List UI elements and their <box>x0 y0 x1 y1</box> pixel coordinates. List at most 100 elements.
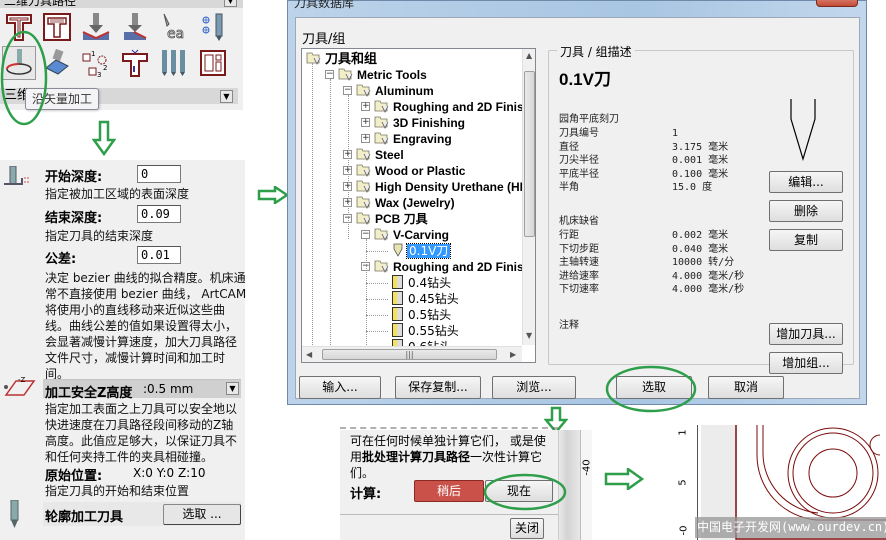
import-button[interactable]: 输入... <box>299 376 381 399</box>
tree-folder-item[interactable]: High Density Urethane (HDU) <box>356 179 535 195</box>
compute-later-button[interactable]: 稍后 <box>414 480 484 502</box>
compute-label: 计算: <box>350 487 382 502</box>
tool-group-folder-icon <box>356 195 372 209</box>
close-panel-button[interactable]: 关闭 <box>510 518 544 539</box>
tree-folder-item[interactable]: 3D Finishing <box>374 115 465 131</box>
end-depth-input[interactable]: 0.09 <box>137 205 181 223</box>
tree-item-label: V-Carving <box>393 228 450 242</box>
end-depth-label: 结束深度: <box>45 211 103 226</box>
property-label: 行距 <box>559 230 579 241</box>
tool-group-folder-icon <box>356 163 372 177</box>
tree-tool-item[interactable]: 0.45钻头 <box>392 291 459 307</box>
collapse-icon[interactable]: − <box>361 230 370 239</box>
tree-item-label: Aluminum <box>375 84 434 98</box>
flow-arrow-right-icon <box>604 468 644 490</box>
property-value: 4.000 毫米/秒 <box>672 270 745 282</box>
multi-tool-icon[interactable] <box>157 46 191 80</box>
property-value: 15.0 度 <box>672 182 713 193</box>
v-bit-carving-icon[interactable] <box>79 10 113 44</box>
tree-folder-item[interactable]: Metric Tools <box>338 67 427 83</box>
bevel-carving-icon[interactable] <box>118 10 152 44</box>
browse-button[interactable]: 浏览... <box>492 376 576 399</box>
add-group-button[interactable]: 增加组... <box>769 352 843 374</box>
property-label: 刀具编号 <box>559 128 599 139</box>
property-label: 直径 <box>559 141 579 153</box>
tool-group-folder-icon <box>374 131 390 145</box>
toolbar-collapse-button[interactable]: ▼ <box>224 0 237 7</box>
batch-calc-link: 批处理计算刀具路径 <box>362 450 471 464</box>
copy-button[interactable]: 复制 <box>769 229 843 251</box>
scroll-right-icon[interactable]: ▶ <box>510 350 516 359</box>
annotation-ellipse <box>483 473 567 511</box>
tool-profile-preview <box>790 99 816 161</box>
tree-item-label: Wood or Plastic <box>375 164 466 178</box>
close-button[interactable] <box>816 0 858 7</box>
tree-folder-item[interactable]: Roughing and 2D Finishing <box>374 259 535 275</box>
property-row: 主轴转速 10000 转/分 <box>559 256 759 270</box>
tree-folder-item[interactable]: Aluminum <box>356 83 434 99</box>
delete-button[interactable]: 删除 <box>769 200 843 222</box>
tree-folder-item[interactable]: Engraving <box>374 131 452 147</box>
home-position-desc: 指定刀具的开始和结束位置 <box>45 484 190 498</box>
engraving-text-icon[interactable]: ea <box>157 10 191 44</box>
safe-z-expand-button[interactable]: ▼ <box>226 382 239 395</box>
property-label: 下切速率 <box>559 284 599 295</box>
tree-folder-item[interactable]: V-Carving <box>374 227 449 243</box>
tool-group-folder-icon <box>374 227 390 241</box>
expand-icon[interactable]: + <box>361 134 370 143</box>
feature-order-icon[interactable]: 123 <box>79 46 113 80</box>
tolerance-desc: 决定 bezier 曲线的拟合精度。机床通 常不直接使用 bezier 曲线， … <box>45 270 246 382</box>
home-position-value[interactable]: X:0 Y:0 Z:10 <box>133 466 205 480</box>
tree-folder-item[interactable]: Wax (Jewelry) <box>356 195 455 211</box>
home-position-label: 原始位置: <box>45 469 103 484</box>
expand-icon[interactable]: + <box>361 118 370 127</box>
flow-arrow-right-icon <box>257 186 289 204</box>
property-value: 0.001 毫米 <box>672 155 729 166</box>
toolbar-3d-expand-button[interactable]: ▼ <box>220 90 233 103</box>
tree-folder-item[interactable]: PCB 刀具 <box>356 211 428 227</box>
safe-z-desc-line: 高度。此值应足够大，以保证刀具不 <box>45 434 238 448</box>
tool-tree[interactable]: 刀具和组 Metric Tools − Aluminum − Roughing and 2… <box>301 48 536 363</box>
drill-tool-icon <box>392 323 403 337</box>
select-tool-button[interactable]: 选取 ... <box>163 504 241 525</box>
tree-connector <box>366 239 367 349</box>
tree-folder-item[interactable]: 刀具和组 <box>306 51 377 67</box>
tree-connector <box>312 63 313 349</box>
machine-defaults-label: 机床缺省 <box>559 216 599 227</box>
tree-item-label: Steel <box>375 148 404 162</box>
scroll-down-icon[interactable]: ▼ <box>526 331 532 340</box>
collapse-icon[interactable]: − <box>343 86 352 95</box>
add-tool-button[interactable]: 增加刀具... <box>769 323 843 345</box>
tree-horizontal-scrollbar[interactable]: ◀ ||| ▶ <box>302 346 522 362</box>
tree-item-label: Wax (Jewelry) <box>375 196 455 210</box>
expand-icon[interactable]: + <box>361 102 370 111</box>
end-depth-desc: 指定刀具的结束深度 <box>45 229 154 243</box>
scroll-up-icon[interactable]: ▲ <box>526 51 532 60</box>
edit-button[interactable]: 编辑... <box>769 171 843 193</box>
safe-z-bar[interactable]: 加工安全Z高度 :0.5 mm ▼ <box>43 379 241 401</box>
collapse-icon[interactable]: − <box>325 70 334 79</box>
tree-vscroll-thumb[interactable] <box>524 71 535 237</box>
tree-hscroll-thumb[interactable]: ||| <box>322 349 497 360</box>
v-bit-tool-icon <box>392 243 404 257</box>
machine-relief-icon[interactable] <box>196 46 230 80</box>
tree-folder-item[interactable]: Wood or Plastic <box>356 163 465 179</box>
tree-folder-item[interactable]: Roughing and 2D Finishing <box>374 99 535 115</box>
tolerance-input[interactable]: 0.01 <box>137 246 181 264</box>
bridge-tab-icon[interactable] <box>118 46 152 80</box>
tree-tool-item[interactable]: 0.5钻头 <box>392 307 451 323</box>
scroll-left-icon[interactable]: ◀ <box>306 350 312 359</box>
flow-arrow-down-icon <box>92 120 116 156</box>
property-row: 行距 0.002 毫米 <box>559 229 759 243</box>
save-copy-button[interactable]: 保存复制... <box>395 376 481 399</box>
drilling-icon[interactable] <box>196 10 230 44</box>
ruler-label: -40 <box>581 459 593 476</box>
tree-tool-item[interactable]: 0.1V刀 <box>392 243 452 259</box>
tree-vertical-scrollbar[interactable]: ▲ ▼ <box>522 49 535 345</box>
start-depth-input[interactable]: 0 <box>137 165 181 183</box>
watermark: 中国电子开发网(www.ourdev.cn) <box>695 517 886 538</box>
tree-folder-item[interactable]: Steel <box>356 147 404 163</box>
cancel-button[interactable]: 取消 <box>708 376 784 399</box>
tree-tool-item[interactable]: 0.4钻头 <box>392 275 451 291</box>
tree-tool-item[interactable]: 0.55钻头 <box>392 323 459 339</box>
